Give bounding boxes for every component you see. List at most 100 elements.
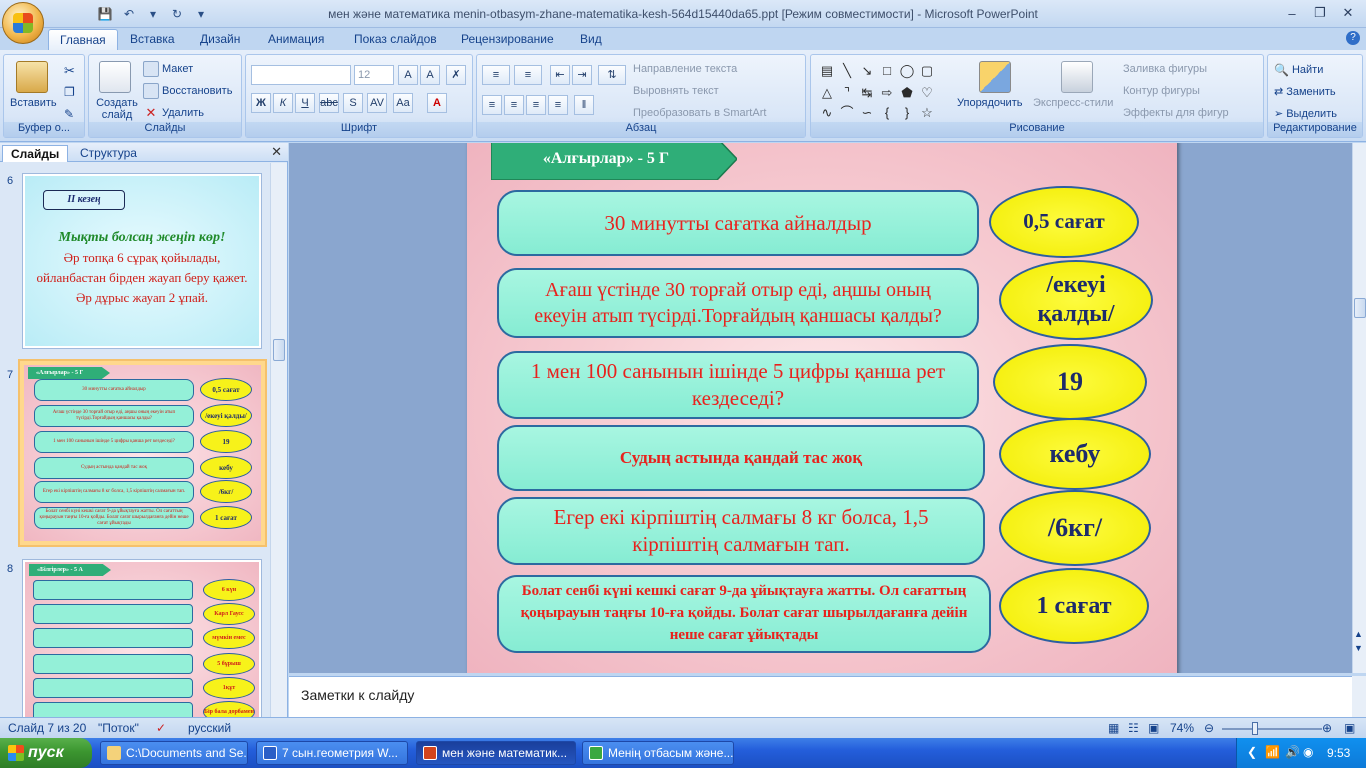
normal-view-icon[interactable]: ▦ [1108,721,1119,735]
find-button[interactable]: 🔍 Найти [1274,63,1323,77]
bent-arrow-shape-icon[interactable]: ↹ [859,85,875,101]
heart-shape-icon[interactable]: ♡ [919,85,935,101]
tab-animation[interactable]: Анимация [268,32,324,46]
brace-left-shape-icon[interactable]: { [879,105,895,121]
pentagon-shape-icon[interactable]: ⬟ [899,85,915,101]
align-right-button[interactable]: ≡ [526,95,546,115]
shape-fill-button[interactable]: Заливка фигуры [1123,63,1207,75]
slideshow-view-icon[interactable]: ▣ [1148,721,1159,735]
prev-slide-icon[interactable]: ▲ [1354,629,1363,639]
task-word[interactable]: 7 сын.геометрия W... [256,741,408,765]
freeform-shape-icon[interactable]: ∽ [859,105,875,121]
change-case-button[interactable]: Aa [393,93,413,113]
slide-scroll-thumb[interactable] [1354,298,1366,318]
layout-button[interactable]: Макет [143,61,193,77]
decrease-indent-button[interactable]: ⇤ [550,65,570,85]
font-name-combo[interactable] [251,65,351,85]
minimize-button[interactable]: – [1278,3,1306,23]
triangle-shape-icon[interactable]: △ [819,85,835,101]
elbow-shape-icon[interactable]: ⌝ [839,85,855,101]
thumbnails-scrollbar[interactable] [270,163,287,717]
new-slide-button[interactable]: Создать слайд [95,97,139,121]
shadow-button[interactable]: S [343,93,363,113]
network-icon[interactable]: 📶 [1265,745,1280,759]
task-reader[interactable]: Менің отбасым және... [582,741,734,765]
slide-thumb-7-selected[interactable]: «Алғырлар» - 5 Г 30 минутты сағатка айна… [18,359,267,547]
tab-review[interactable]: Рецензирование [461,32,554,46]
rectangle-shape-icon[interactable]: □ [879,63,895,79]
restore-button[interactable]: ❐ [1306,3,1334,23]
underline-button[interactable]: Ч [295,93,315,113]
delete-slide-button[interactable]: ✕ Удалить [143,105,204,121]
help-icon[interactable]: ? [1346,31,1360,45]
reset-button[interactable]: Восстановить [143,83,232,99]
tab-design[interactable]: Дизайн [200,32,240,46]
grow-font-button[interactable]: A [398,65,418,85]
copy-icon[interactable]: ❐ [64,85,75,99]
security-icon[interactable]: ◉ [1303,745,1313,759]
zoom-in-icon[interactable]: ⊕ [1322,721,1332,735]
format-painter-icon[interactable]: ✎ [64,107,74,121]
curve-shape-icon[interactable]: ∿ [819,105,835,121]
start-button[interactable]: пуск [0,738,92,768]
notes-scrollbar[interactable] [1352,676,1366,717]
zoom-out-icon[interactable]: ⊖ [1204,721,1214,735]
question-1[interactable]: 30 минутты сағатка айналдыр [497,190,979,256]
slide-thumb-8[interactable]: «Білгірлер» - 5 А 6 күн Карл Гаусс мүмкін … [22,559,262,717]
answer-4[interactable]: кебу [999,418,1151,490]
right-arrow-shape-icon[interactable]: ⇨ [879,85,895,101]
sorter-view-icon[interactable]: ☷ [1128,721,1139,735]
bold-button[interactable]: Ж [251,93,271,113]
question-3[interactable]: 1 мен 100 санынын ішінде 5 цифры қанша р… [497,351,979,419]
italic-button[interactable]: К [273,93,293,113]
slide-thumb-6[interactable]: II кезең Мықты болсаң жеңіп көр! Әр топқ… [22,173,262,349]
tab-outline[interactable]: Структура [72,145,145,161]
office-button[interactable] [2,2,44,44]
arrow-shape-icon[interactable]: ↘ [859,63,875,79]
justify-button[interactable]: ≡ [548,95,568,115]
rounded-rect-shape-icon[interactable]: ▢ [919,63,935,79]
zoom-slider-thumb[interactable] [1252,722,1258,735]
brace-right-shape-icon[interactable]: } [899,105,915,121]
tab-slideshow[interactable]: Показ слайдов [354,32,437,46]
task-explorer[interactable]: C:\Documents and Se... [100,741,248,765]
tab-home[interactable]: Главная [48,29,118,51]
question-2[interactable]: Ағаш үстінде 30 торғай отыр еді, аңшы он… [497,268,979,338]
select-button[interactable]: ➢ Выделить [1274,107,1337,121]
align-center-button[interactable]: ≡ [504,95,524,115]
oval-shape-icon[interactable]: ◯ [899,63,915,79]
task-powerpoint[interactable]: мен және математик... [416,741,576,765]
cut-icon[interactable]: ✂ [64,63,75,79]
paste-button[interactable]: Вставить [10,97,57,109]
font-size-combo[interactable]: 12 [354,65,394,85]
question-6[interactable]: Болат сенбі күні кешкі сағат 9-да ұйықта… [497,575,991,653]
textbox-shape-icon[interactable]: ▤ [819,63,835,79]
slide-vertical-scrollbar[interactable]: ▲ ▼ [1352,143,1366,673]
text-direction-button[interactable]: Направление текста [633,63,737,75]
tab-slides[interactable]: Слайды [2,145,69,162]
volume-icon[interactable]: 🔊 [1285,745,1300,759]
tab-insert[interactable]: Вставка [130,32,175,46]
question-5[interactable]: Егер екі кірпіштің салмағы 8 кг болса, 1… [497,497,985,565]
zoom-slider-track[interactable] [1222,728,1322,730]
tab-view[interactable]: Вид [580,32,602,46]
bullets-button[interactable]: ≡ [482,65,510,85]
answer-3[interactable]: 19 [993,344,1147,420]
answer-1[interactable]: 0,5 сағат [989,186,1139,258]
shrink-font-button[interactable]: A [420,65,440,85]
align-text-button[interactable]: Выровнять текст [633,85,719,97]
shape-effects-button[interactable]: Эффекты для фигур [1123,107,1229,119]
close-button[interactable]: ✕ [1334,3,1362,23]
language-status[interactable]: русский [188,721,231,735]
clear-format-button[interactable]: ✗ [446,65,466,85]
columns-button[interactable]: ‖ [574,95,594,115]
scroll-thumb[interactable] [273,339,285,361]
close-panel-icon[interactable]: ✕ [271,144,282,160]
spellcheck-icon[interactable]: ✓ [156,721,166,735]
next-slide-icon[interactable]: ▼ [1354,643,1363,653]
char-spacing-button[interactable]: AV [367,93,387,113]
question-4[interactable]: Судың астында қандай тас жоқ [497,425,985,491]
zoom-level[interactable]: 74% [1170,721,1194,735]
increase-indent-button[interactable]: ⇥ [572,65,592,85]
current-slide[interactable]: «Алғырлар» - 5 Г 30 минутты сағатка айна… [467,143,1177,673]
